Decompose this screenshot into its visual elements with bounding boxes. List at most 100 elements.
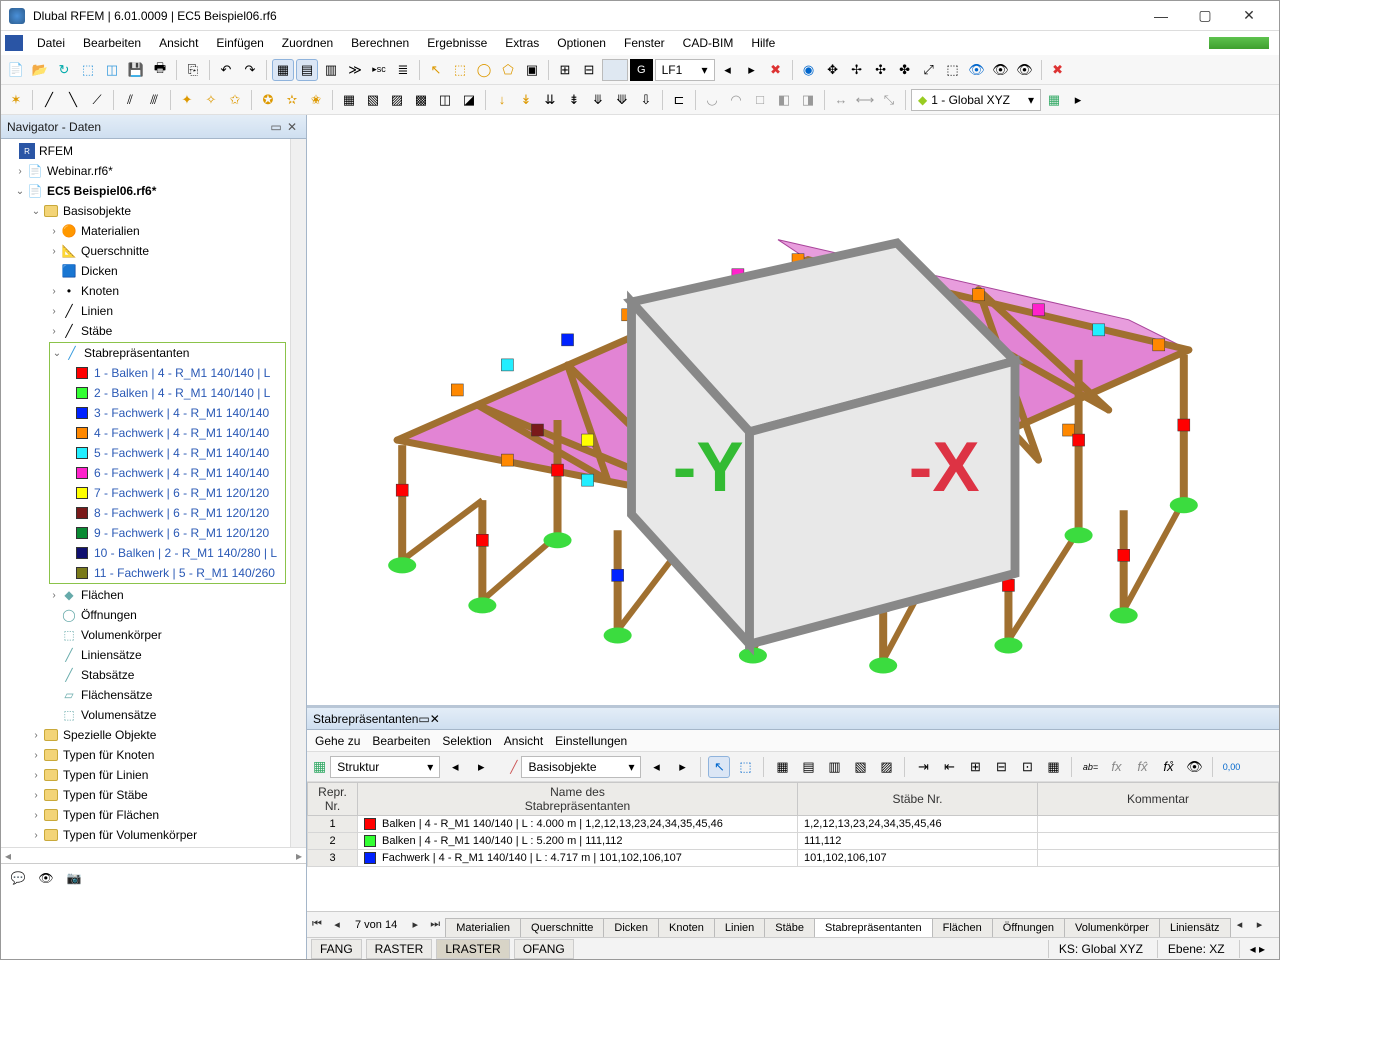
tab-materialien[interactable]: Materialien	[445, 918, 521, 937]
mesh2-button[interactable]: ▧	[362, 89, 384, 111]
line3-button[interactable]: ⟋	[86, 89, 108, 111]
status-ofang[interactable]: OFANG	[514, 939, 574, 959]
bp-menu-bearbeiten[interactable]: Bearbeiten	[372, 734, 430, 748]
mesh5-button[interactable]: ◫	[434, 89, 456, 111]
load2-button[interactable]: ↡	[515, 89, 537, 111]
mesh4-button[interactable]: ▩	[410, 89, 432, 111]
menu-einfuegen[interactable]: Einfügen	[208, 33, 271, 53]
menu-zuordnen[interactable]: Zuordnen	[274, 33, 341, 53]
grid2-button[interactable]: ▤	[296, 59, 318, 81]
basis-combo[interactable]: Basisobjekte▾	[521, 756, 641, 778]
eye-on-button[interactable]: 👁	[1014, 59, 1036, 81]
mesh6-button[interactable]: ◪	[458, 89, 480, 111]
tree-folder-2[interactable]: › Typen für Linien	[1, 765, 290, 785]
tab-flächen[interactable]: Flächen	[932, 918, 993, 937]
menu-hilfe[interactable]: Hilfe	[743, 33, 783, 53]
viewport-3d[interactable]: -X -Y	[307, 115, 1279, 705]
tab-dicken[interactable]: Dicken	[603, 918, 659, 937]
view-x-button[interactable]: ✥	[822, 59, 844, 81]
menu-cadbim[interactable]: CAD-BIM	[675, 33, 742, 53]
basis-prev[interactable]: ◂	[645, 756, 667, 778]
next-lc-button[interactable]: ▸	[741, 59, 763, 81]
save-button[interactable]: 💾	[125, 59, 147, 81]
tree-stab-item-6[interactable]: 6 - Fachwerk | 4 - R_M1 140/140	[50, 463, 285, 483]
tree-folder-3[interactable]: › Typen für Stäbe	[1, 785, 290, 805]
menu-ergebnisse[interactable]: Ergebnisse	[419, 33, 495, 53]
tree-file-1[interactable]: ›📄 Webinar.rf6*	[1, 161, 290, 181]
bp-menu-gehezu[interactable]: Gehe zu	[315, 734, 360, 748]
bt-ab[interactable]: ab=	[1079, 756, 1101, 778]
select-arrow-button[interactable]: ↖	[425, 59, 447, 81]
bottom-grid[interactable]: Repr. Nr. Name des Stabrepräsentanten St…	[307, 782, 1279, 911]
tab-liniensätz[interactable]: Liniensätz	[1159, 918, 1231, 937]
redo-button[interactable]: ↷	[239, 59, 261, 81]
open-button[interactable]: 📂	[29, 59, 51, 81]
dim1-button[interactable]: ↔	[830, 89, 852, 111]
navigator-tree[interactable]: R RFEM ›📄 Webinar.rf6* ⌄📄 EC5 Beispiel06…	[1, 139, 290, 847]
page-prev[interactable]: ◂	[327, 918, 347, 931]
bp-menu-einstellungen[interactable]: Einstellungen	[555, 734, 627, 748]
struktur-combo[interactable]: Struktur▾	[330, 756, 440, 778]
render4-button[interactable]: ◧	[773, 89, 795, 111]
load5-button[interactable]: ⤋	[587, 89, 609, 111]
tab-öffnungen[interactable]: Öffnungen	[992, 918, 1065, 937]
tree-stab-item-8[interactable]: 8 - Fachwerk | 6 - R_M1 120/120	[50, 503, 285, 523]
navigator-hscroll[interactable]: ◂▸	[1, 847, 306, 863]
surf3-button[interactable]: ✩	[224, 89, 246, 111]
delete-button[interactable]: ✖	[1047, 59, 1069, 81]
col-nr[interactable]: Repr. Nr.	[308, 783, 358, 816]
print-button[interactable]: 🖶	[149, 59, 171, 81]
load3-button[interactable]: ⇊	[539, 89, 561, 111]
bt-e6[interactable]: ▦	[1042, 756, 1064, 778]
col-name[interactable]: Name des Stabrepräsentanten	[358, 783, 798, 816]
tree-stab-item-2[interactable]: 2 - Balken | 4 - R_M1 140/140 | L	[50, 383, 285, 403]
tree-stab-item-4[interactable]: 4 - Fachwerk | 4 - R_M1 140/140	[50, 423, 285, 443]
tree-basisobjekte[interactable]: ⌄ Basisobjekte	[1, 201, 290, 221]
member1-button[interactable]: ⫽	[119, 89, 141, 111]
navigator-close-button[interactable]: ✕	[284, 119, 300, 135]
tree-stab-item-1[interactable]: 1 - Balken | 4 - R_M1 140/140 | L	[50, 363, 285, 383]
bt-e1[interactable]: ⇥	[912, 756, 934, 778]
bt-e5[interactable]: ⊡	[1016, 756, 1038, 778]
struktur-next[interactable]: ▸	[470, 756, 492, 778]
bt-e2[interactable]: ⇤	[938, 756, 960, 778]
surf2-button[interactable]: ✧	[200, 89, 222, 111]
menu-bearbeiten[interactable]: Bearbeiten	[75, 33, 149, 53]
tabs-prev[interactable]: ◂	[1230, 918, 1250, 931]
cube-button[interactable]: ◫	[101, 59, 123, 81]
color-field[interactable]	[602, 59, 628, 81]
tab-querschnitte[interactable]: Querschnitte	[520, 918, 604, 937]
g-field[interactable]: G	[630, 59, 653, 81]
table-row[interactable]: 3 Fachwerk | 4 - R_M1 140/140 | L : 4.71…	[308, 850, 1279, 867]
section-button[interactable]: ⊏	[668, 89, 690, 111]
list-button[interactable]: ≣	[392, 59, 414, 81]
bt-g1[interactable]: ▦	[771, 756, 793, 778]
render2-button[interactable]: ◠	[725, 89, 747, 111]
status-more[interactable]: ◂ ▸	[1239, 940, 1275, 958]
tree-stab-item-3[interactable]: 3 - Fachwerk | 4 - R_M1 140/140	[50, 403, 285, 423]
bt-eye[interactable]: 👁	[1183, 756, 1205, 778]
status-lraster[interactable]: LRASTER	[436, 939, 509, 959]
render3-button[interactable]: □	[749, 89, 771, 111]
tree-basis-0[interactable]: ›🟠 Materialien	[1, 221, 290, 241]
tree-after-2[interactable]: ⬚ Volumenkörper	[1, 625, 290, 645]
nav-eye-button[interactable]: 👁	[35, 867, 57, 889]
page-last[interactable]: ⏭	[425, 918, 445, 931]
tree-after-5[interactable]: ▱ Flächensätze	[1, 685, 290, 705]
surf1-button[interactable]: ✦	[176, 89, 198, 111]
coord-combo[interactable]: ◆1 - Global XYZ▾	[911, 89, 1041, 111]
load4-button[interactable]: ⇟	[563, 89, 585, 111]
mesh1-button[interactable]: ▦	[338, 89, 360, 111]
tree-after-3[interactable]: ╱ Liniensätze	[1, 645, 290, 665]
navigator-scrollbar[interactable]	[290, 139, 306, 847]
bt-e4[interactable]: ⊟	[990, 756, 1012, 778]
tree-after-1[interactable]: ◯ Öffnungen	[1, 605, 290, 625]
select-circle-button[interactable]: ◯	[473, 59, 495, 81]
menu-berechnen[interactable]: Berechnen	[343, 33, 417, 53]
coord-next-button[interactable]: ▸	[1067, 89, 1089, 111]
bottom-close-button[interactable]: ✕	[430, 712, 440, 726]
minimize-button[interactable]: —	[1139, 2, 1183, 30]
tree-folder-4[interactable]: › Typen für Flächen	[1, 805, 290, 825]
view-y-button[interactable]: ✢	[846, 59, 868, 81]
bt-fx3[interactable]: fx̊	[1157, 756, 1179, 778]
